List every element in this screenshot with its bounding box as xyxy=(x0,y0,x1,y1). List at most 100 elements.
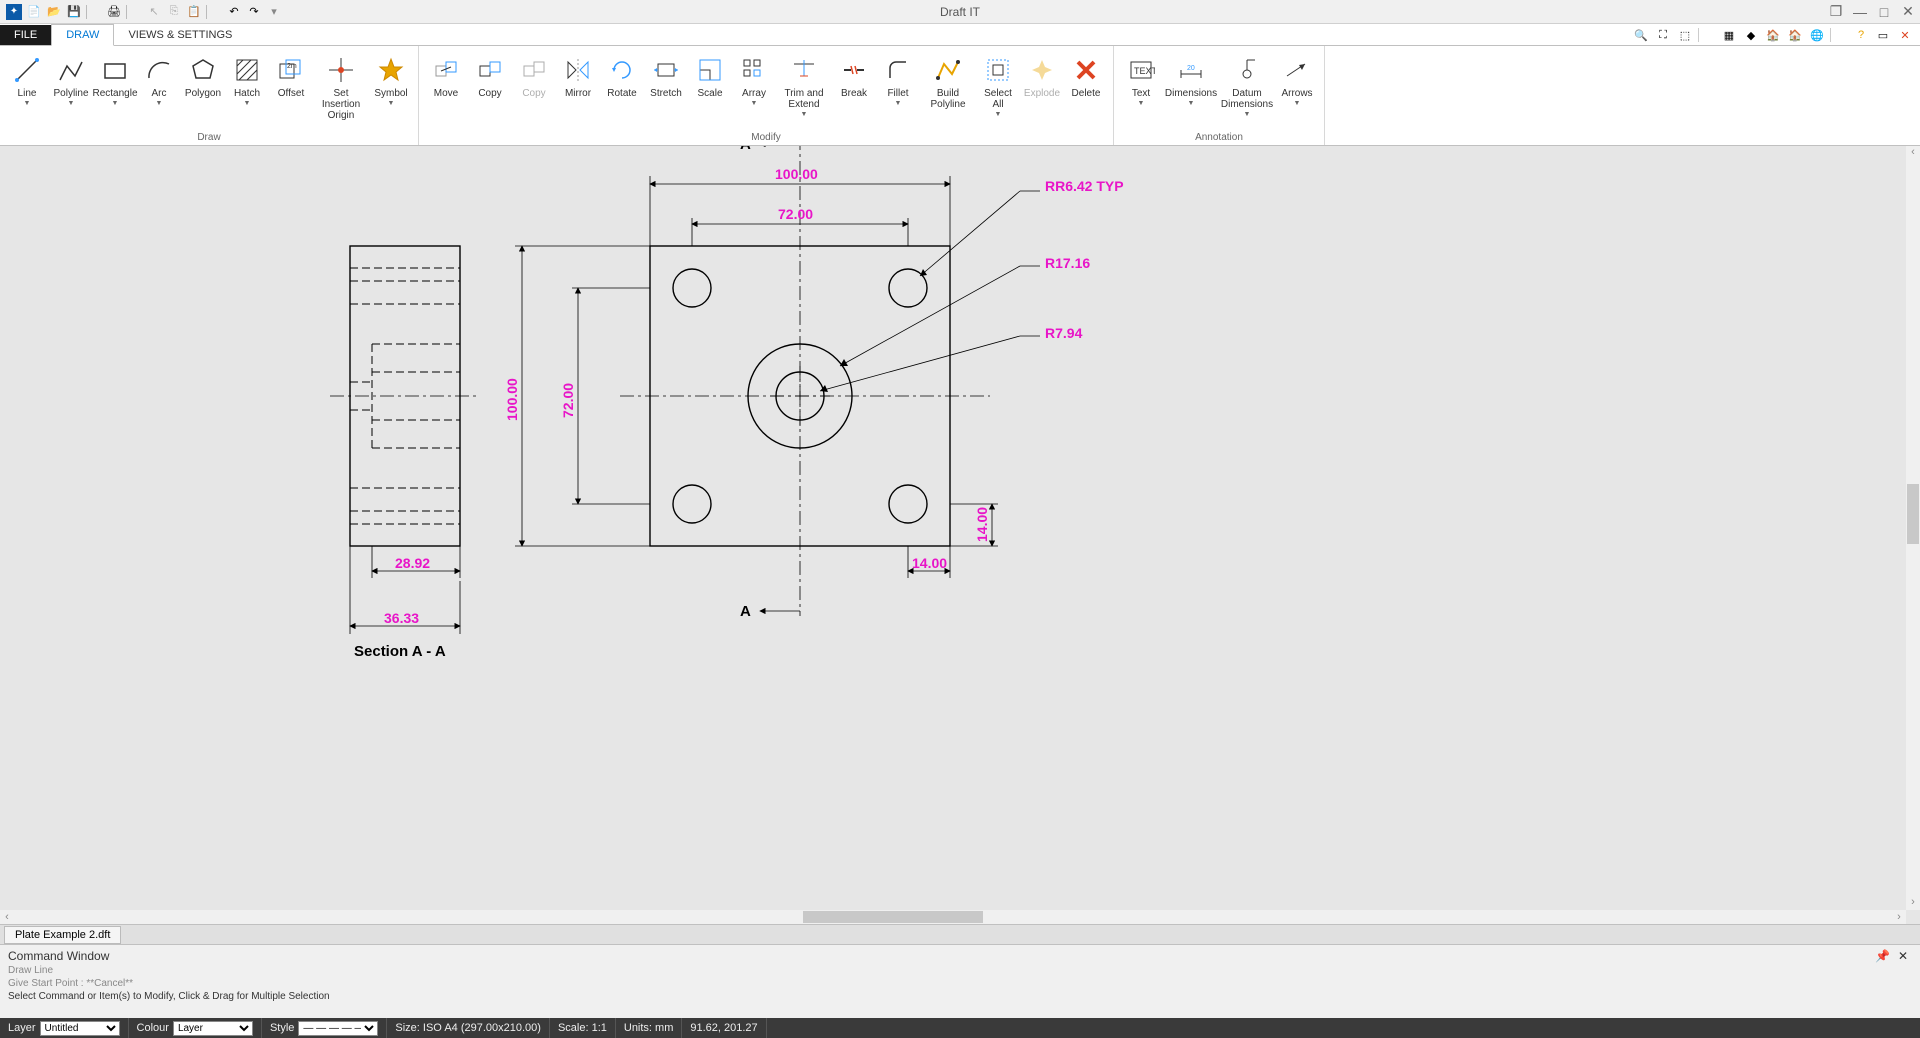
ribbon-group-annotation: TEXTText▼ 20Dimensions▼ Datum Dimensions… xyxy=(1114,46,1325,145)
quick-access-toolbar: ✦ 📄 📂 💾 🖨 ↖ ⎘ 📋 ↶ ↷ ▾ xyxy=(0,4,282,20)
command-window: Command Window 📌 ✕ Draw Line Give Start … xyxy=(0,944,1920,1018)
symbol-button[interactable]: Symbol▼ xyxy=(370,50,412,111)
print-icon[interactable]: 🖨 xyxy=(106,4,122,20)
drawing-canvas[interactable]: .solid { stroke:#000; stroke-width:1.4; … xyxy=(0,146,1920,924)
svg-text:20: 20 xyxy=(1187,65,1195,72)
hatch-button[interactable]: Hatch▼ xyxy=(226,50,268,111)
scale-button[interactable]: Scale xyxy=(689,50,731,103)
globe-icon[interactable]: 🌐 xyxy=(1808,26,1826,44)
svg-text:100.00: 100.00 xyxy=(775,166,818,182)
status-style: Style — — — — — — xyxy=(262,1018,387,1038)
svg-text:14.00: 14.00 xyxy=(974,507,990,542)
build-polyline-button[interactable]: Build Polyline xyxy=(921,50,975,114)
ribbon-right-tools: 🔍 ⛶ ⬚ ▦ ◆ 🏠 🏠 🌐 ? ▭ ✕ xyxy=(1632,26,1914,44)
text-button[interactable]: TEXTText▼ xyxy=(1120,50,1162,111)
snap-icon[interactable]: ◆ xyxy=(1742,26,1760,44)
dimensions-button[interactable]: 20Dimensions▼ xyxy=(1164,50,1218,111)
polygon-button[interactable]: Polygon xyxy=(182,50,224,103)
scroll-left-icon[interactable]: ‹ xyxy=(0,911,14,923)
scroll-up-icon[interactable]: ‹ xyxy=(1906,146,1920,160)
hscroll-track[interactable] xyxy=(14,911,1892,923)
callout-rr642: RR6.42 TYP xyxy=(1045,178,1124,194)
copy-button[interactable]: Copy xyxy=(469,50,511,103)
vscroll-track[interactable] xyxy=(1906,160,1920,896)
ribbon-group-draw: Line▼ Polyline▼ Rectangle▼ Arc▼ Polygon … xyxy=(0,46,419,145)
grid-icon[interactable]: ▦ xyxy=(1720,26,1738,44)
new-icon[interactable]: 📄 xyxy=(26,4,42,20)
stretch-button[interactable]: Stretch xyxy=(645,50,687,103)
undo-icon[interactable]: ↶ xyxy=(226,4,242,20)
more-icon[interactable]: ▾ xyxy=(266,4,282,20)
help-icon[interactable]: ? xyxy=(1852,26,1870,44)
restore-down-icon[interactable]: ❐ xyxy=(1828,4,1844,20)
mirror-button[interactable]: Mirror xyxy=(557,50,599,103)
select-all-button[interactable]: Select All▼ xyxy=(977,50,1019,122)
minimize-icon[interactable]: — xyxy=(1852,4,1868,20)
document-tab[interactable]: Plate Example 2.dft xyxy=(4,926,121,944)
svg-text:28.92: 28.92 xyxy=(395,555,430,571)
delete-button[interactable]: Delete xyxy=(1065,50,1107,103)
scroll-down-icon[interactable]: › xyxy=(1906,896,1920,910)
datum-dimensions-button[interactable]: Datum Dimensions▼ xyxy=(1220,50,1274,122)
array-button[interactable]: Array▼ xyxy=(733,50,775,111)
svg-text:A: A xyxy=(740,603,751,620)
svg-text:36.33: 36.33 xyxy=(384,610,419,626)
cursor-icon[interactable]: ↖ xyxy=(146,4,162,20)
zoom-window-icon[interactable]: ⬚ xyxy=(1676,26,1694,44)
status-colour: Colour Layer xyxy=(129,1018,262,1038)
vscroll-thumb[interactable] xyxy=(1907,484,1919,544)
rotate-button[interactable]: Rotate xyxy=(601,50,643,103)
move-button[interactable]: Move xyxy=(425,50,467,103)
close-doc-icon[interactable]: ✕ xyxy=(1896,26,1914,44)
horizontal-scrollbar[interactable]: ‹ › xyxy=(0,910,1906,924)
save-icon[interactable]: 💾 xyxy=(66,4,82,20)
group-label-annotation: Annotation xyxy=(1120,130,1318,145)
trim-extend-button[interactable]: Trim and Extend▼ xyxy=(777,50,831,122)
hscroll-thumb[interactable] xyxy=(803,911,983,923)
home-blue-icon[interactable]: 🏠 xyxy=(1786,26,1804,44)
paste-qat-icon[interactable]: 📋 xyxy=(186,4,202,20)
maximize-icon[interactable]: □ xyxy=(1876,4,1892,20)
rectangle-button[interactable]: Rectangle▼ xyxy=(94,50,136,111)
tab-file[interactable]: FILE xyxy=(0,25,51,45)
vertical-scrollbar[interactable]: ‹ › xyxy=(1906,146,1920,910)
zoom-extents-icon[interactable]: ⛶ xyxy=(1654,26,1672,44)
separator xyxy=(126,5,142,19)
redo-icon[interactable]: ↷ xyxy=(246,4,262,20)
pin-icon[interactable]: 📌 xyxy=(1875,949,1890,963)
scroll-right-icon[interactable]: › xyxy=(1892,911,1906,923)
tab-views-settings[interactable]: VIEWS & SETTINGS xyxy=(114,25,246,45)
set-insertion-origin-button[interactable]: Set Insertion Origin xyxy=(314,50,368,125)
svg-text:TEXT: TEXT xyxy=(1134,66,1155,76)
close-panel-icon[interactable]: ✕ xyxy=(1898,949,1908,963)
close-window-icon[interactable]: ✕ xyxy=(1900,4,1916,20)
svg-text:14.00: 14.00 xyxy=(912,555,947,571)
line-button[interactable]: Line▼ xyxy=(6,50,48,111)
svg-text:A: A xyxy=(740,146,751,153)
window-controls: ❐ — □ ✕ xyxy=(1828,4,1916,20)
tab-draw[interactable]: DRAW xyxy=(51,24,114,46)
fillet-button[interactable]: Fillet▼ xyxy=(877,50,919,111)
arrows-button[interactable]: Arrows▼ xyxy=(1276,50,1318,111)
colour-select[interactable]: Layer xyxy=(173,1021,253,1036)
copy-qat-icon[interactable]: ⎘ xyxy=(166,4,182,20)
open-icon[interactable]: 📂 xyxy=(46,4,62,20)
break-button[interactable]: Break xyxy=(833,50,875,103)
logo-icon[interactable]: ✦ xyxy=(6,4,22,20)
layer-select[interactable]: Untitled xyxy=(40,1021,120,1036)
offset-button[interactable]: 2mOffset xyxy=(270,50,312,103)
svg-text:100.00: 100.00 xyxy=(504,378,520,421)
callout-r1716: R17.16 xyxy=(1045,255,1090,271)
home-yellow-icon[interactable]: 🏠 xyxy=(1764,26,1782,44)
minimize-ribbon-icon[interactable]: ▭ xyxy=(1874,26,1892,44)
copy2-button: Copy xyxy=(513,50,555,103)
cmd-prompt-line[interactable]: Select Command or Item(s) to Modify, Cli… xyxy=(8,991,1912,1002)
svg-text:72.00: 72.00 xyxy=(560,383,576,418)
status-size: Size: ISO A4 (297.00x210.00) xyxy=(387,1018,550,1038)
style-select[interactable]: — — — — — — xyxy=(298,1021,378,1036)
arc-button[interactable]: Arc▼ xyxy=(138,50,180,111)
document-tabs: Plate Example 2.dft xyxy=(0,924,1920,944)
separator xyxy=(86,5,102,19)
polyline-button[interactable]: Polyline▼ xyxy=(50,50,92,111)
zoom-in-icon[interactable]: 🔍 xyxy=(1632,26,1650,44)
